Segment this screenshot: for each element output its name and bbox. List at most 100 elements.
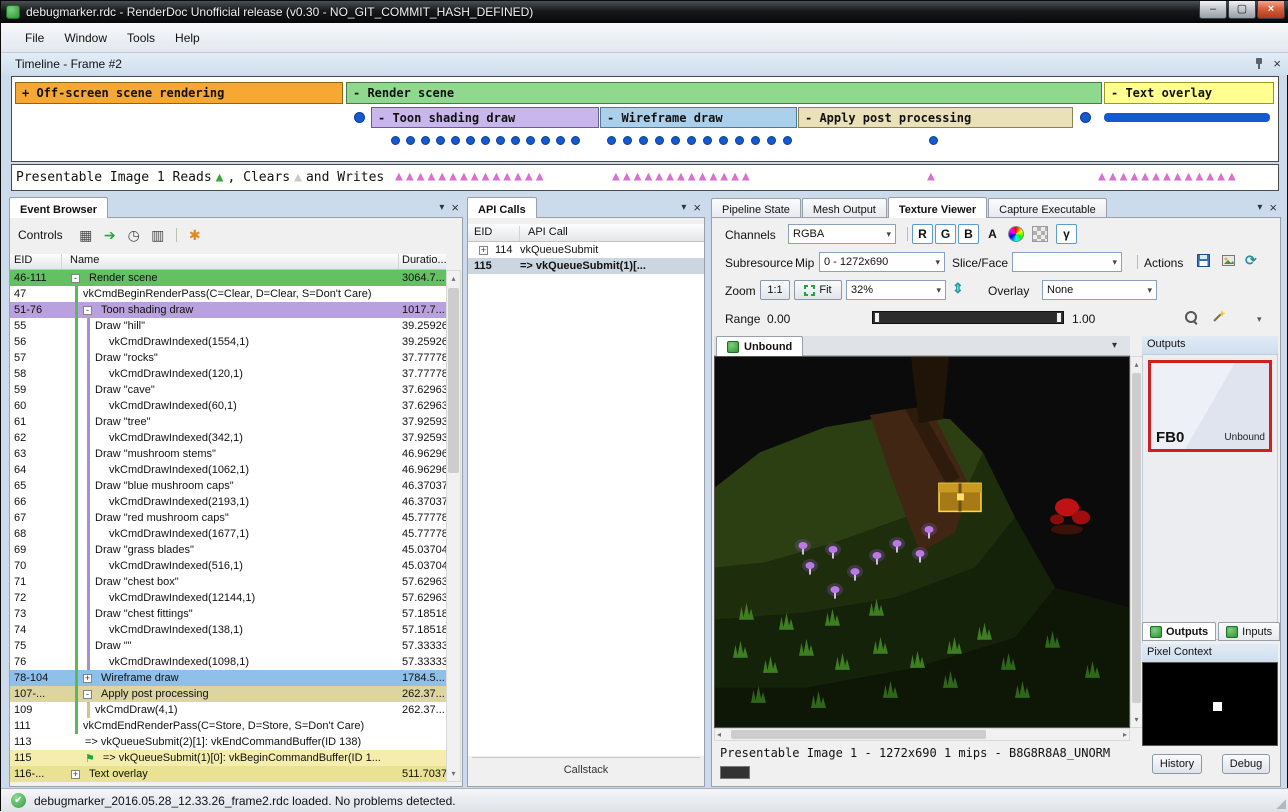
bookmark-icon[interactable]: ✱ <box>184 226 206 244</box>
toolbar-overflow-icon[interactable]: ▾ <box>1257 314 1262 325</box>
event-row-65[interactable]: 65Draw "blue mushroom caps"46.37037 <box>10 478 446 494</box>
title-bar[interactable]: debugmarker.rdc - RenderDoc Unofficial r… <box>1 1 1288 23</box>
event-row-71[interactable]: 71Draw "chest box"57.62963 <box>10 574 446 590</box>
tab-outputs[interactable]: Outputs <box>1142 622 1216 641</box>
panel-close-icon[interactable]: × <box>1269 201 1277 214</box>
minimize-button[interactable]: – <box>1199 1 1227 19</box>
scroll-left-icon[interactable]: ◂ <box>717 730 721 739</box>
timeline-bar-toon[interactable]: - Toon shading draw <box>371 107 599 128</box>
draw-call-dot[interactable] <box>671 136 680 145</box>
draw-call-dot[interactable] <box>541 136 550 145</box>
tab-capture-executable[interactable]: Capture Executable <box>988 198 1107 218</box>
color-wheel-icon[interactable] <box>1008 226 1024 242</box>
timeline-bar-postprocess[interactable]: - Apply post processing <box>798 107 1073 128</box>
panel-menu-icon[interactable]: ▾ <box>1257 202 1262 213</box>
timeline-bar-text-overlay[interactable]: - Text overlay <box>1104 82 1274 104</box>
event-row-78-104[interactable]: 78-104+Wireframe draw1784.5... <box>10 670 446 686</box>
draw-call-dot[interactable] <box>929 136 938 145</box>
range-slider[interactable] <box>872 311 1064 324</box>
texture-horizontal-scrollbar[interactable]: ◂ ▸ <box>714 728 1130 741</box>
tab-event-browser[interactable]: Event Browser <box>9 197 108 218</box>
event-row-113[interactable]: 113=> vkQueueSubmit(2)[1]: vkEndCommandB… <box>10 734 446 750</box>
draw-call-dot[interactable] <box>436 136 445 145</box>
scroll-right-icon[interactable]: ▸ <box>1123 730 1127 739</box>
event-row-56[interactable]: 56vkCmdDrawIndexed(1554,1)39.25926 <box>10 334 446 350</box>
timeline-bar-offscreen[interactable]: + Off-screen scene rendering <box>15 82 343 104</box>
expander-icon[interactable]: - <box>83 306 92 315</box>
event-row-59[interactable]: 59Draw "cave"37.62963 <box>10 382 446 398</box>
event-row-68[interactable]: 68vkCmdDrawIndexed(1677,1)45.77778 <box>10 526 446 542</box>
zoom-1to1-button[interactable]: 1:1 <box>760 280 790 300</box>
menu-item-file[interactable]: File <box>15 27 54 49</box>
draw-call-dot[interactable] <box>556 136 565 145</box>
channel-red-button[interactable]: R <box>912 224 933 244</box>
timeline-close-icon[interactable]: × <box>1273 57 1281 70</box>
event-row-46-111[interactable]: 46-111-Render scene3064.7... <box>10 270 446 286</box>
draw-call-dot[interactable] <box>496 136 505 145</box>
draw-call-dot[interactable] <box>655 136 664 145</box>
scroll-up-icon[interactable]: ▴ <box>1131 357 1142 372</box>
close-button[interactable]: × <box>1257 1 1285 19</box>
draw-call-dot[interactable] <box>526 136 535 145</box>
event-row-115[interactable]: 115⚑=> vkQueueSubmit(1)[0]: vkBeginComma… <box>10 750 446 766</box>
event-row-107-...[interactable]: 107-...-Apply post processing262.37... <box>10 686 446 702</box>
expander-icon[interactable]: + <box>83 674 92 683</box>
tab-inputs[interactable]: Inputs <box>1218 622 1280 641</box>
draw-call-dot[interactable] <box>607 136 616 145</box>
tab-mesh-output[interactable]: Mesh Output <box>802 198 887 218</box>
event-row-47[interactable]: 47vkCmdBeginRenderPass(C=Clear, D=Clear,… <box>10 286 446 302</box>
gamma-button[interactable]: γ <box>1056 224 1077 244</box>
range-max-thumb[interactable] <box>1056 312 1062 323</box>
time-durations-icon[interactable]: ◷ <box>123 226 145 244</box>
texture-display[interactable] <box>714 356 1130 728</box>
draw-call-dot[interactable] <box>391 136 400 145</box>
event-row-69[interactable]: 69Draw "grass blades"45.03704 <box>10 542 446 558</box>
mip-dropdown[interactable]: 0 - 1272x690 ▾ <box>819 252 945 272</box>
timeline-toggle-icon[interactable]: ▦ <box>75 226 97 244</box>
timeline-overlay-activity-bar[interactable] <box>1104 113 1270 122</box>
panel-close-icon[interactable]: × <box>451 201 459 214</box>
maximize-button[interactable]: ▢ <box>1228 1 1256 19</box>
timeline[interactable]: + Off-screen scene rendering - Render sc… <box>11 76 1279 162</box>
resize-grip[interactable] <box>1274 797 1286 809</box>
slice-face-dropdown[interactable]: ▾ <box>1012 252 1122 272</box>
draw-call-dot[interactable] <box>703 136 712 145</box>
event-row-62[interactable]: 62vkCmdDrawIndexed(342,1)37.92593 <box>10 430 446 446</box>
event-row-55[interactable]: 55Draw "hill"39.25926 <box>10 318 446 334</box>
channel-green-button[interactable]: G <box>935 224 956 244</box>
pin-icon[interactable] <box>1253 56 1265 70</box>
autofit-wand-icon[interactable] <box>1212 309 1226 326</box>
tab-api-calls[interactable]: API Calls <box>467 197 537 218</box>
event-row-66[interactable]: 66vkCmdDrawIndexed(2193,1)46.37037 <box>10 494 446 510</box>
panel-menu-icon[interactable]: ▾ <box>681 202 686 213</box>
scroll-down-icon[interactable]: ▾ <box>447 766 460 781</box>
draw-call-dot[interactable] <box>406 136 415 145</box>
event-row-116-...[interactable]: 116-...+Text overlay511.7037 <box>10 766 446 782</box>
scroll-down-icon[interactable]: ▾ <box>1131 712 1142 727</box>
menu-item-help[interactable]: Help <box>165 27 210 49</box>
scrollbar-thumb[interactable] <box>448 288 459 473</box>
draw-call-dot[interactable] <box>767 136 776 145</box>
timeline-bar-wireframe[interactable]: - Wireframe draw <box>600 107 797 128</box>
event-row-76[interactable]: 76vkCmdDrawIndexed(1098,1)57.33333 <box>10 654 446 670</box>
channels-dropdown[interactable]: RGBA ▾ <box>788 224 896 244</box>
api-row-115[interactable]: 115=> vkQueueSubmit(1)[... <box>468 258 704 274</box>
refresh-icon[interactable]: ⟳ <box>1245 252 1257 269</box>
panel-close-icon[interactable]: × <box>693 201 701 214</box>
event-row-64[interactable]: 64vkCmdDrawIndexed(1062,1)46.96296 <box>10 462 446 478</box>
zoom-dropdown[interactable]: 32% ▾ <box>846 280 946 300</box>
event-row-60[interactable]: 60vkCmdDrawIndexed(60,1)37.62963 <box>10 398 446 414</box>
draw-call-dot[interactable] <box>735 136 744 145</box>
api-row-114[interactable]: +114vkQueueSubmit <box>468 242 704 258</box>
draw-call-dot[interactable] <box>421 136 430 145</box>
range-min-thumb[interactable] <box>874 312 880 323</box>
panel-menu-icon[interactable]: ▾ <box>439 202 444 213</box>
save-icon[interactable] <box>1197 254 1210 270</box>
event-row-63[interactable]: 63Draw "mushroom stems"46.96296 <box>10 446 446 462</box>
export-image-icon[interactable] <box>1222 254 1235 270</box>
flip-y-icon[interactable]: ⇕ <box>952 280 964 297</box>
event-row-111[interactable]: 111vkCmdEndRenderPass(C=Store, D=Store, … <box>10 718 446 734</box>
expander-icon[interactable]: - <box>71 274 80 283</box>
menu-item-tools[interactable]: Tools <box>117 27 165 49</box>
menu-item-window[interactable]: Window <box>54 27 117 49</box>
